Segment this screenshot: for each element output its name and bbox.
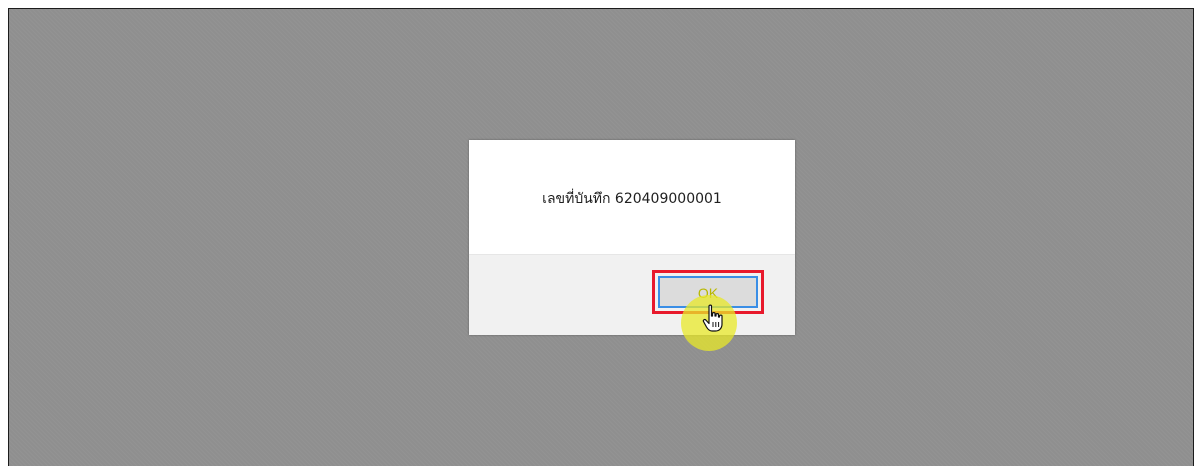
hand-pointer-icon xyxy=(702,304,723,332)
alert-dialog: เลขที่บันทึก 620409000001 OK xyxy=(469,140,795,351)
dialog-footer: OK xyxy=(469,254,795,351)
dialog-body: เลขที่บันทึก 620409000001 xyxy=(469,140,795,254)
dialog-message: เลขที่บันทึก 620409000001 xyxy=(542,191,722,207)
